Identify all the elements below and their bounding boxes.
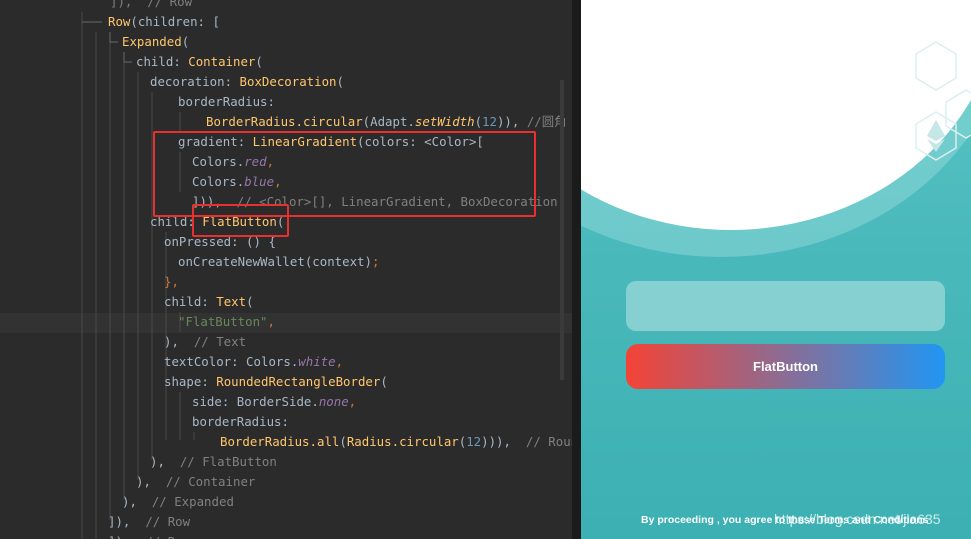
code-token: Text	[216, 294, 247, 309]
code-token: Radius.	[346, 434, 400, 449]
code-token: : BorderSide.	[221, 394, 319, 409]
code-token: ),	[164, 334, 194, 349]
code-token: ),	[150, 454, 180, 469]
code-token: ,	[335, 354, 344, 369]
code-editor[interactable]: ]), // Row Row(children: [Expanded(child:…	[0, 0, 572, 539]
watermark-text: https://blog.csdn.net/jia635	[774, 511, 941, 527]
code-token: (	[336, 74, 344, 89]
pane-separator[interactable]	[572, 0, 581, 539]
code-token: ]), // Row	[110, 0, 193, 9]
code-token: (	[181, 34, 190, 49]
code-token: (Adapt.	[362, 114, 415, 129]
code-token: (children: [	[130, 14, 220, 29]
code-token: 12	[466, 434, 482, 449]
code-line[interactable]: borderRadius:	[192, 412, 289, 432]
code-token: all	[316, 434, 340, 449]
code-token: borderRadius:	[192, 414, 289, 429]
code-token: Container	[188, 54, 256, 69]
code-token: :	[224, 74, 240, 89]
code-token: ),	[122, 494, 152, 509]
code-line[interactable]: BorderRadius.all(Radius.circular(12))), …	[220, 432, 572, 452]
code-line[interactable]: textColor: Colors.white,	[164, 352, 343, 372]
current-line-highlight	[0, 313, 572, 333]
code-token: // Row	[145, 514, 191, 529]
code-token: // Row	[145, 534, 190, 539]
code-token: : Colors.	[231, 354, 299, 369]
code-token: // FlatButton	[179, 454, 277, 469]
code-line[interactable]: child: Text(	[164, 292, 254, 312]
code-token: "FlatButton"	[178, 314, 268, 329]
wallet-input-field[interactable]	[626, 281, 945, 331]
code-token: textColor	[164, 354, 232, 369]
code-token: RoundedRectangleBorder	[216, 374, 381, 389]
code-token: ))),	[481, 434, 526, 449]
code-token: Row	[108, 14, 131, 29]
code-token: // Expanded	[151, 494, 234, 509]
code-token: decoration	[150, 74, 225, 89]
code-token: white	[298, 354, 336, 369]
code-line[interactable]: side: BorderSide.none,	[192, 392, 356, 412]
code-token: none	[318, 394, 349, 409]
code-token: setWidth	[414, 114, 475, 129]
code-line[interactable]: shape: RoundedRectangleBorder(	[164, 372, 388, 392]
code-line[interactable]: Expanded(	[122, 32, 189, 52]
code-token: side	[192, 394, 222, 409]
code-line[interactable]: BorderRadius.circular(Adapt.setWidth(12)…	[206, 112, 567, 132]
code-token: },	[164, 274, 179, 289]
code-token: (	[255, 54, 263, 69]
code-token: :	[201, 374, 217, 389]
code-token: 12	[482, 114, 497, 129]
code-token: // Text	[193, 334, 247, 349]
code-line[interactable]: Row(children: [	[108, 12, 220, 32]
code-line[interactable]: onCreateNewWallet(context);	[178, 252, 379, 272]
code-token: circular	[302, 114, 363, 129]
code-line[interactable]: borderRadius:	[178, 92, 275, 112]
code-token: onCreateNewWallet(context)	[178, 254, 372, 269]
code-line[interactable]: "FlatButton",	[178, 312, 275, 332]
code-line[interactable]: ), // Container	[136, 472, 255, 492]
code-line[interactable]: ]), // Row	[108, 512, 190, 532]
flat-button-label: FlatButton	[753, 359, 818, 374]
editor-scrollbar[interactable]	[560, 80, 564, 380]
code-token: ,	[348, 394, 357, 409]
code-line[interactable]: ), // Expanded	[122, 492, 234, 512]
code-token: circular	[399, 434, 459, 449]
phone-preview: FlatButton By proceeding , you agree to …	[581, 0, 971, 539]
code-line[interactable]: ]), // Row	[110, 0, 192, 12]
code-token: ]),	[108, 534, 145, 539]
code-token: (	[380, 374, 388, 389]
code-line[interactable]: child: Container(	[136, 52, 263, 72]
code-token: BoxDecoration	[239, 74, 337, 89]
phone-background-art	[581, 0, 971, 257]
code-token: ,	[267, 314, 275, 329]
code-token: ),	[136, 474, 166, 489]
code-line[interactable]: decoration: BoxDecoration(	[150, 72, 344, 92]
code-line[interactable]: ), // Text	[164, 332, 246, 352]
code-token: ;	[371, 254, 380, 269]
code-token: child	[136, 54, 174, 69]
code-token: borderRadius:	[178, 94, 275, 109]
code-token: shape	[164, 374, 202, 389]
code-line[interactable]: },	[164, 272, 179, 292]
flat-button[interactable]: FlatButton	[626, 344, 945, 389]
code-token: :	[201, 294, 217, 309]
code-token: (	[246, 294, 254, 309]
code-line[interactable]: ), // FlatButton	[150, 452, 277, 472]
code-token: BorderRadius.	[206, 114, 303, 129]
code-line[interactable]: ]), // Row	[108, 532, 190, 539]
code-token: Expanded	[122, 34, 182, 49]
code-token: :	[173, 54, 189, 69]
code-token: // Round	[525, 434, 572, 449]
code-token: (	[474, 114, 483, 129]
code-token: // Container	[165, 474, 256, 489]
code-token: )),	[496, 114, 527, 129]
flatbutton-highlight-box	[192, 204, 289, 237]
code-token: ]),	[108, 514, 146, 529]
code-token: BorderRadius.	[220, 434, 317, 449]
code-token: child	[164, 294, 202, 309]
code-token: (	[339, 434, 347, 449]
